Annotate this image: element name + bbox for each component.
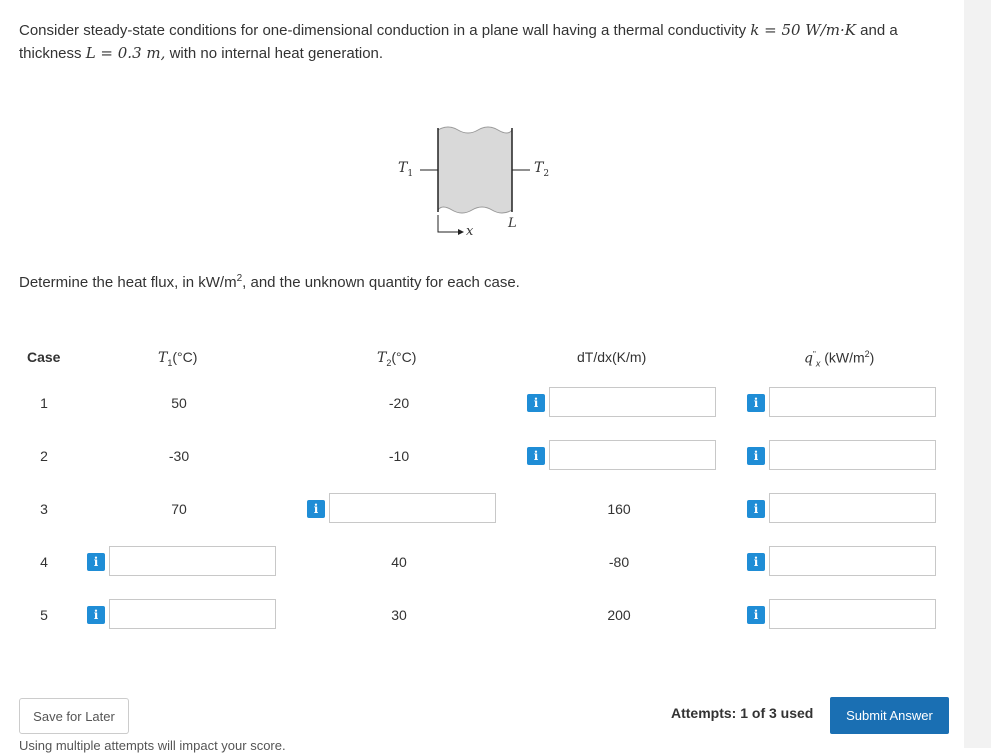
row3-t1: 70 (171, 501, 187, 517)
row3-dtdx: 160 (607, 501, 631, 517)
row3-q-input[interactable] (769, 493, 936, 523)
row5-t1-input[interactable] (109, 599, 276, 629)
info-icon[interactable]: i (747, 553, 765, 571)
row1-q-input[interactable] (769, 387, 936, 417)
problem-text-1: Consider steady-state conditions for one… (19, 22, 747, 39)
row5-dtdx: 200 (607, 607, 631, 623)
row1-dtdx-input[interactable] (549, 387, 716, 417)
row4-q-input[interactable] (769, 546, 936, 576)
row2-t2: -10 (388, 448, 410, 464)
case-2: 2 (40, 448, 48, 464)
t2-label: T2 (534, 160, 550, 179)
header-t1: T1(°C) (158, 349, 198, 368)
info-icon[interactable]: i (527, 447, 545, 465)
problem-statement: Consider steady-state conditions for one… (19, 19, 949, 65)
case-5: 5 (40, 607, 48, 623)
case-4: 4 (40, 554, 48, 570)
info-icon[interactable]: i (747, 447, 765, 465)
row2-q-input[interactable] (769, 440, 936, 470)
case-3: 3 (40, 501, 48, 517)
L-value: L = 0.3 m, (85, 44, 166, 62)
L-label: L (508, 216, 517, 231)
attempts-counter: Attempts: 1 of 3 used (671, 705, 814, 721)
row4-t2: 40 (391, 554, 407, 570)
plane-wall-figure: T1 T2 x L (390, 120, 590, 240)
info-icon[interactable]: i (747, 606, 765, 624)
question-panel: Consider steady-state conditions for one… (0, 0, 964, 753)
header-dtdx: dT/dx(K/m) (577, 349, 647, 365)
problem-text-and: and a (860, 22, 898, 39)
info-icon[interactable]: i (307, 500, 325, 518)
row1-t2: -20 (388, 395, 410, 411)
row3-t2-input[interactable] (329, 493, 496, 523)
case-1: 1 (40, 395, 48, 411)
header-t2: T2(°C) (377, 349, 417, 368)
info-icon[interactable]: i (747, 394, 765, 412)
problem-text-2a: thickness (19, 45, 82, 62)
attempts-note: Using multiple attempts will impact your… (19, 738, 286, 753)
row2-dtdx-input[interactable] (549, 440, 716, 470)
page-gutter (964, 0, 991, 748)
save-for-later-button[interactable]: Save for Later (19, 698, 129, 734)
t1-label: T1 (398, 160, 414, 179)
k-value: k = 50 W/m·K (750, 21, 856, 39)
row5-t2: 30 (391, 607, 407, 623)
header-case: Case (27, 349, 61, 365)
info-icon[interactable]: i (87, 606, 105, 624)
info-icon[interactable]: i (87, 553, 105, 571)
row2-t1: -30 (168, 448, 190, 464)
row4-t1-input[interactable] (109, 546, 276, 576)
problem-text-2b: with no internal heat generation. (169, 45, 384, 62)
x-label: x (466, 224, 474, 239)
row4-dtdx: -80 (608, 554, 630, 570)
info-icon[interactable]: i (527, 394, 545, 412)
info-icon[interactable]: i (747, 500, 765, 518)
submit-answer-button[interactable]: Submit Answer (830, 697, 949, 734)
row1-t1: 50 (171, 395, 187, 411)
instruction-text: Determine the heat flux, in kW/m2, and t… (19, 273, 520, 291)
wall-diagram (420, 126, 530, 235)
header-q: q"x (kW/m2) (804, 349, 875, 369)
row5-q-input[interactable] (769, 599, 936, 629)
